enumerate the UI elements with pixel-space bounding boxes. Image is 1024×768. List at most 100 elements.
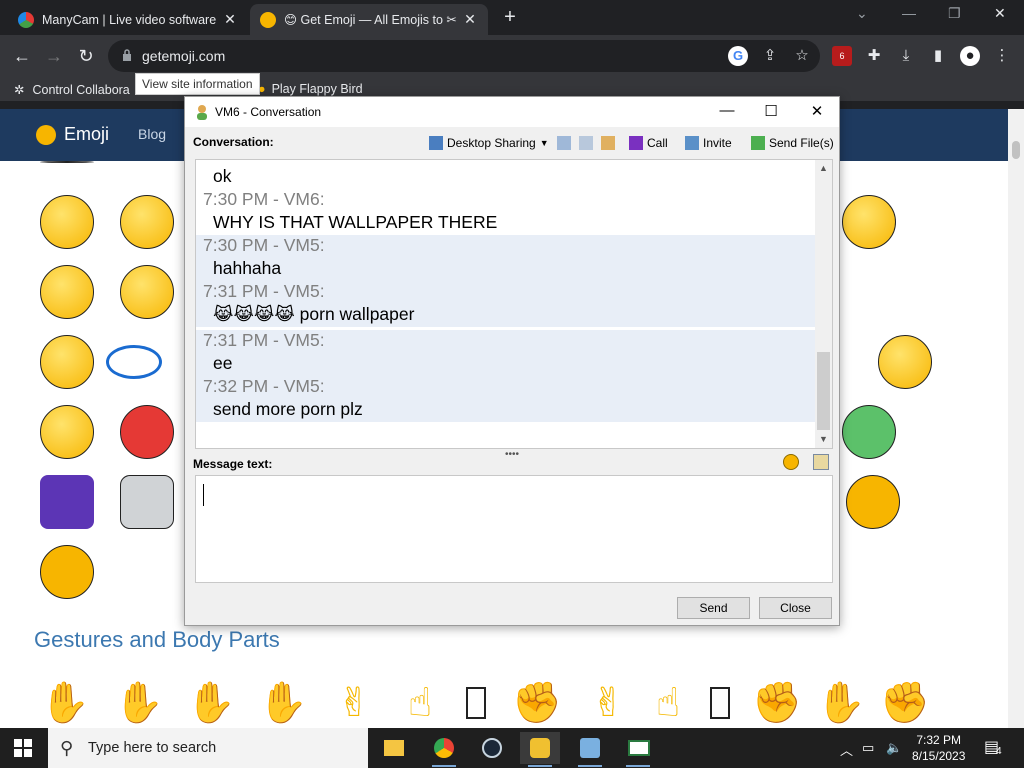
emoji-call-me-hand[interactable]: ✊	[880, 677, 930, 728]
emoji-frowning-face[interactable]	[120, 265, 174, 319]
close-tab-icon[interactable]: ✕	[462, 11, 478, 28]
network-icon[interactable]: ▭	[862, 740, 874, 756]
message-input[interactable]	[195, 475, 833, 583]
emoji-raised-hand[interactable]: ✋	[258, 677, 308, 728]
windows-start-icon[interactable]	[14, 739, 32, 757]
emoji-weary-cat[interactable]	[40, 545, 94, 599]
emoji-cowboy[interactable]	[40, 405, 94, 459]
clipboard-icon[interactable]	[579, 133, 597, 153]
chat-message: hahhaha	[196, 258, 815, 281]
bookmark-star-icon[interactable]: ☆	[792, 46, 812, 66]
share-icon[interactable]: ⇪	[760, 46, 780, 66]
close-tab-icon[interactable]: ✕	[222, 11, 238, 28]
chat-message: 😹😹😹😹 porn wallpaper	[196, 304, 815, 327]
close-button[interactable]: Close	[759, 597, 832, 619]
chat-scrollbar[interactable]: ▲ ▼	[815, 160, 832, 448]
volume-icon[interactable]: 🔈	[886, 740, 902, 756]
emoji-hushed-face[interactable]	[40, 265, 94, 319]
dialog-titlebar[interactable]: VM6 - Conversation — ☐ ✕	[185, 97, 839, 127]
chat-scrollbar-thumb[interactable]	[817, 352, 830, 430]
desktop-sharing-button[interactable]: Desktop Sharing ▼	[429, 133, 549, 153]
forward-button[interactable]: →	[42, 44, 66, 68]
conversation-label: Conversation:	[193, 135, 274, 149]
emoji-face-spiral[interactable]	[106, 345, 162, 379]
emoji-hand-over-mouth[interactable]	[40, 195, 94, 249]
emoji-alien[interactable]	[842, 405, 896, 459]
emoji-raised-back-hand[interactable]: ✋	[114, 677, 164, 728]
emoji-sign-of-horns[interactable]: ✊	[752, 677, 802, 728]
chrome-menu-icon[interactable]: ⋮	[992, 46, 1012, 66]
site-logo[interactable]: Emoji	[36, 124, 109, 145]
call-button[interactable]: Call	[629, 133, 668, 153]
terminal-taskbar-icon[interactable]	[618, 732, 658, 767]
dialog-minimize-button[interactable]: —	[717, 102, 737, 119]
emoji-love-you-gesture[interactable]: ✋	[816, 677, 866, 728]
new-tab-button[interactable]: +	[500, 6, 520, 29]
lock-icon[interactable]	[122, 48, 132, 62]
download-icon[interactable]: ⤓	[896, 46, 916, 66]
dialog-maximize-button[interactable]: ☐	[761, 102, 781, 120]
tab-getemoji[interactable]: 😊 Get Emoji — All Emojis to ✂ ✕	[250, 4, 488, 35]
browser-toolbar: ← → ↻ getemoji.com G ⇪ ☆ 6 ✚ ⤓ ▮ ● ⋮	[0, 35, 1024, 77]
send-button[interactable]: Send	[677, 597, 750, 619]
steam-taskbar-icon[interactable]	[472, 732, 512, 764]
section-title: Gestures and Body Parts	[34, 627, 280, 652]
emoji-picker-icon[interactable]	[783, 454, 799, 470]
dialog-close-button[interactable]: ✕	[807, 102, 827, 120]
chat-message: ee	[196, 353, 815, 376]
emoji-alien-monster[interactable]	[40, 475, 94, 529]
back-button[interactable]: ←	[10, 44, 34, 68]
scroll-up-arrow-icon[interactable]: ▲	[815, 160, 832, 177]
emoji-victory-hand[interactable]: ✌	[584, 677, 632, 728]
bookmark-flappy-bird[interactable]: ● Play Flappy Bird	[258, 82, 363, 96]
chrome-taskbar-icon[interactable]	[424, 732, 464, 767]
system-clock[interactable]: 7:32 PM 8/15/2023	[912, 732, 965, 764]
google-lens-icon[interactable]: G	[728, 46, 748, 66]
restore-button[interactable]: ❐	[948, 5, 961, 22]
notification-count: 4	[996, 746, 1002, 757]
emoji-vulcan-salute[interactable]: ✌	[330, 677, 378, 728]
ublock-extension-icon[interactable]: 6	[832, 46, 852, 66]
splitter-grip[interactable]: ••••	[505, 449, 519, 460]
emoji-crossed-fingers[interactable]: ☝	[644, 677, 692, 728]
emoji-face[interactable]	[40, 161, 94, 163]
profile-avatar-icon[interactable]: ●	[960, 46, 980, 66]
emoji-shushing-face[interactable]	[120, 195, 174, 249]
address-bar[interactable]: getemoji.com	[108, 40, 820, 72]
page-scrollbar[interactable]	[1008, 109, 1024, 728]
send-files-button[interactable]: Send File(s)	[751, 133, 834, 153]
chat-app-taskbar-icon[interactable]	[520, 732, 560, 767]
emoji-crying-cat[interactable]	[846, 475, 900, 529]
emoji-face-rolling-eyes[interactable]	[842, 195, 896, 249]
extensions-puzzle-icon[interactable]: ✚	[864, 46, 884, 66]
close-window-button[interactable]: ✕	[994, 5, 1006, 22]
tab-search-icon[interactable]: ⌄	[856, 5, 868, 22]
notebook-icon[interactable]	[557, 133, 575, 153]
emoji-waving-hand[interactable]: ✋	[40, 677, 90, 728]
emoji-ok-hand[interactable]: ☝	[396, 677, 444, 728]
chat-header: 7:30 PM - VM5:	[196, 235, 815, 258]
tab-manycam[interactable]: ManyCam | Live video software & ✕	[8, 4, 248, 35]
emoji-robot[interactable]	[120, 475, 174, 529]
reload-button[interactable]: ↻	[74, 44, 98, 68]
bookmark-control-collabora[interactable]: ✲ Control Collabora	[14, 82, 130, 98]
nav-blog-link[interactable]: Blog	[138, 126, 166, 142]
file-explorer-icon[interactable]	[374, 732, 414, 764]
minimize-button[interactable]: —	[902, 5, 916, 21]
network-app-taskbar-icon[interactable]	[570, 732, 610, 767]
taskbar-search[interactable]: ⚲ Type here to search	[48, 728, 368, 768]
emoji-hand-fingers-splayed[interactable]: ✋	[186, 677, 236, 728]
emoji-pinched-fingers[interactable]: ✊	[512, 677, 562, 728]
page-scrollbar-thumb[interactable]	[1012, 141, 1020, 159]
side-panel-icon[interactable]: ▮	[928, 46, 948, 66]
emoji-money-mouth[interactable]	[878, 335, 932, 389]
conversation-log[interactable]: ok 7:30 PM - VM6: WHY IS THAT WALLPAPER …	[195, 159, 833, 449]
emoji-dizzy-face[interactable]	[40, 335, 94, 389]
invite-button[interactable]: Invite	[685, 133, 732, 153]
monitor-icon	[429, 136, 443, 150]
users-gear-icon[interactable]	[601, 133, 619, 153]
emoji-smiling-devil[interactable]	[120, 405, 174, 459]
text-format-icon[interactable]	[813, 454, 829, 470]
scroll-down-arrow-icon[interactable]: ▼	[815, 431, 832, 448]
show-hidden-icons-chevron-icon[interactable]: ︿	[840, 740, 853, 759]
